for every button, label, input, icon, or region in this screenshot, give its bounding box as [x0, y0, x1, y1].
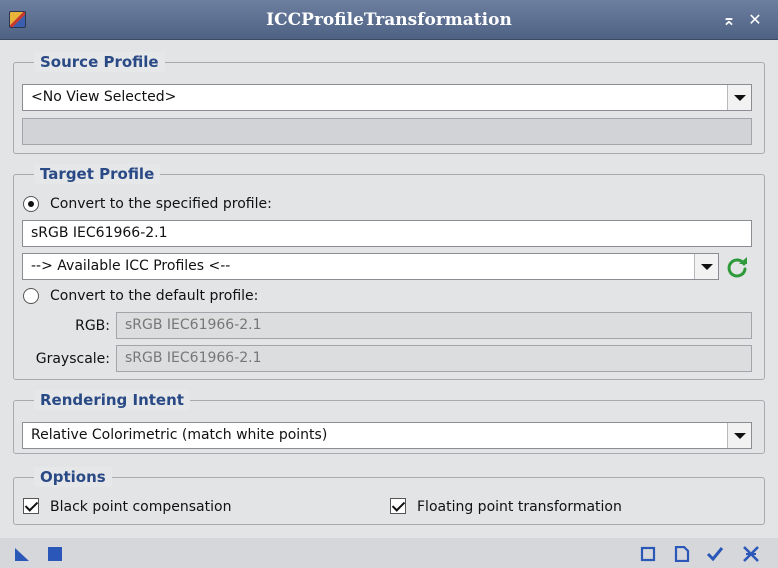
window-title: ICCProfileTransformation: [266, 10, 512, 30]
apply-icon[interactable]: [706, 546, 724, 562]
source-view-select[interactable]: <No View Selected>: [22, 84, 752, 111]
rgb-label: RGB:: [75, 318, 110, 334]
convert-default-radio[interactable]: [23, 288, 39, 304]
convert-specified-radio[interactable]: [23, 196, 39, 212]
pin-icon[interactable]: ⌅: [720, 10, 738, 30]
documentation-icon[interactable]: [674, 546, 690, 562]
target-profile-legend: Target Profile: [34, 164, 161, 184]
specified-profile-field[interactable]: sRGB IEC61966-2.1: [22, 220, 752, 247]
apply-global-icon[interactable]: [47, 546, 63, 562]
refresh-icon[interactable]: [725, 255, 749, 279]
grayscale-profile-field: sRGB IEC61966-2.1: [116, 345, 752, 372]
floating-point-checkbox[interactable]: [390, 498, 406, 514]
source-view-select-value: <No View Selected>: [31, 89, 177, 105]
source-profile-info: [22, 118, 752, 145]
convert-specified-label: Convert to the specified profile:: [50, 196, 272, 212]
grayscale-label: Grayscale:: [35, 351, 110, 367]
black-point-label: Black point compensation: [50, 499, 232, 515]
available-profiles-select[interactable]: --> Available ICC Profiles <--: [22, 253, 719, 280]
black-point-checkbox[interactable]: [23, 498, 39, 514]
rendering-intent-select[interactable]: Relative Colorimetric (match white point…: [22, 422, 752, 449]
floating-point-label: Floating point transformation: [417, 499, 622, 515]
rendering-intent-value: Relative Colorimetric (match white point…: [31, 427, 328, 443]
source-profile-legend: Source Profile: [34, 52, 165, 72]
options-legend: Options: [34, 467, 112, 487]
rgb-profile-field: sRGB IEC61966-2.1: [116, 312, 752, 339]
bottom-toolbar: [0, 538, 778, 568]
title-bar: ICCProfileTransformation ⌅ ✕: [0, 0, 778, 40]
reset-icon[interactable]: [742, 545, 760, 563]
convert-default-label: Convert to the default profile:: [50, 288, 259, 304]
new-instance-icon[interactable]: [14, 546, 30, 562]
close-icon[interactable]: ✕: [746, 10, 764, 30]
chevron-down-icon[interactable]: [727, 423, 751, 448]
rendering-intent-legend: Rendering Intent: [34, 390, 190, 410]
chevron-down-icon[interactable]: [694, 254, 718, 279]
chevron-down-icon[interactable]: [727, 85, 751, 110]
available-profiles-value: --> Available ICC Profiles <--: [31, 258, 231, 274]
new-window-icon[interactable]: [640, 546, 656, 562]
